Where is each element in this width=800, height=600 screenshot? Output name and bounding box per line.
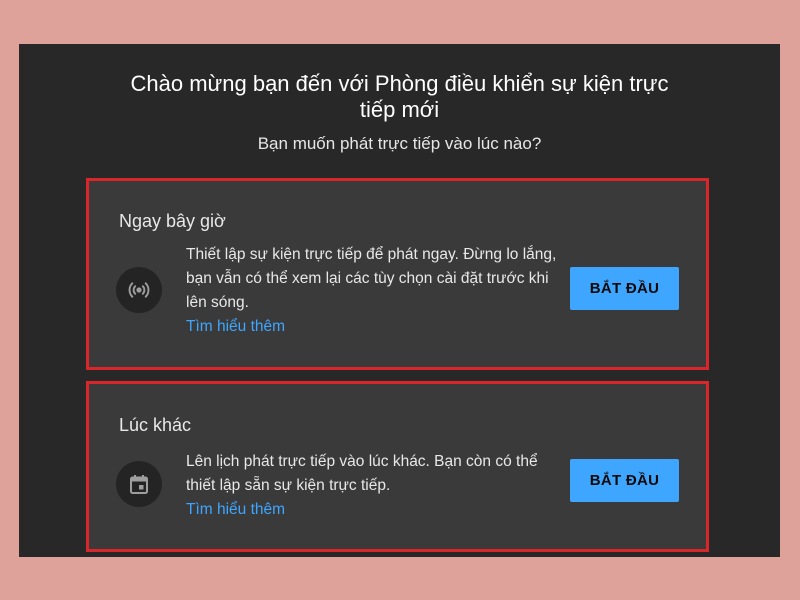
option-description-text: Lên lịch phát trực tiếp vào lúc khác. Bạ… [186, 453, 538, 494]
option-description-text: Thiết lập sự kiện trực tiếp để phát ngay… [186, 246, 557, 311]
dialog-title: Chào mừng bạn đến với Phòng điều khiển s… [19, 71, 780, 123]
option-title-now: Ngay bây giờ [119, 211, 226, 231]
start-later-button[interactable]: BẮT ĐẦU [570, 459, 679, 502]
live-broadcast-icon [116, 267, 162, 313]
welcome-dialog: Chào mừng bạn đến với Phòng điều khiển s… [19, 44, 780, 557]
option-description-now: Thiết lập sự kiện trực tiếp để phát ngay… [186, 243, 564, 339]
learn-more-link-later[interactable]: Tìm hiểu thêm [186, 498, 564, 522]
calendar-icon [116, 461, 162, 507]
dialog-title-line2: tiếp mới [359, 97, 440, 122]
dialog-subtitle: Bạn muốn phát trực tiếp vào lúc nào? [257, 134, 542, 153]
learn-more-link-now[interactable]: Tìm hiểu thêm [186, 315, 564, 339]
option-description-later: Lên lịch phát trực tiếp vào lúc khác. Bạ… [186, 450, 564, 522]
dialog-title-line1: Chào mừng bạn đến với Phòng điều khiển s… [130, 71, 669, 96]
start-now-button[interactable]: BẮT ĐẦU [570, 267, 679, 310]
option-card-now: Ngay bây giờ Thiết lập sự kiện trực tiếp… [86, 178, 709, 370]
option-card-later: Lúc khác Lên lịch phát trực tiếp vào lúc… [86, 381, 709, 552]
option-title-later: Lúc khác [119, 415, 192, 435]
